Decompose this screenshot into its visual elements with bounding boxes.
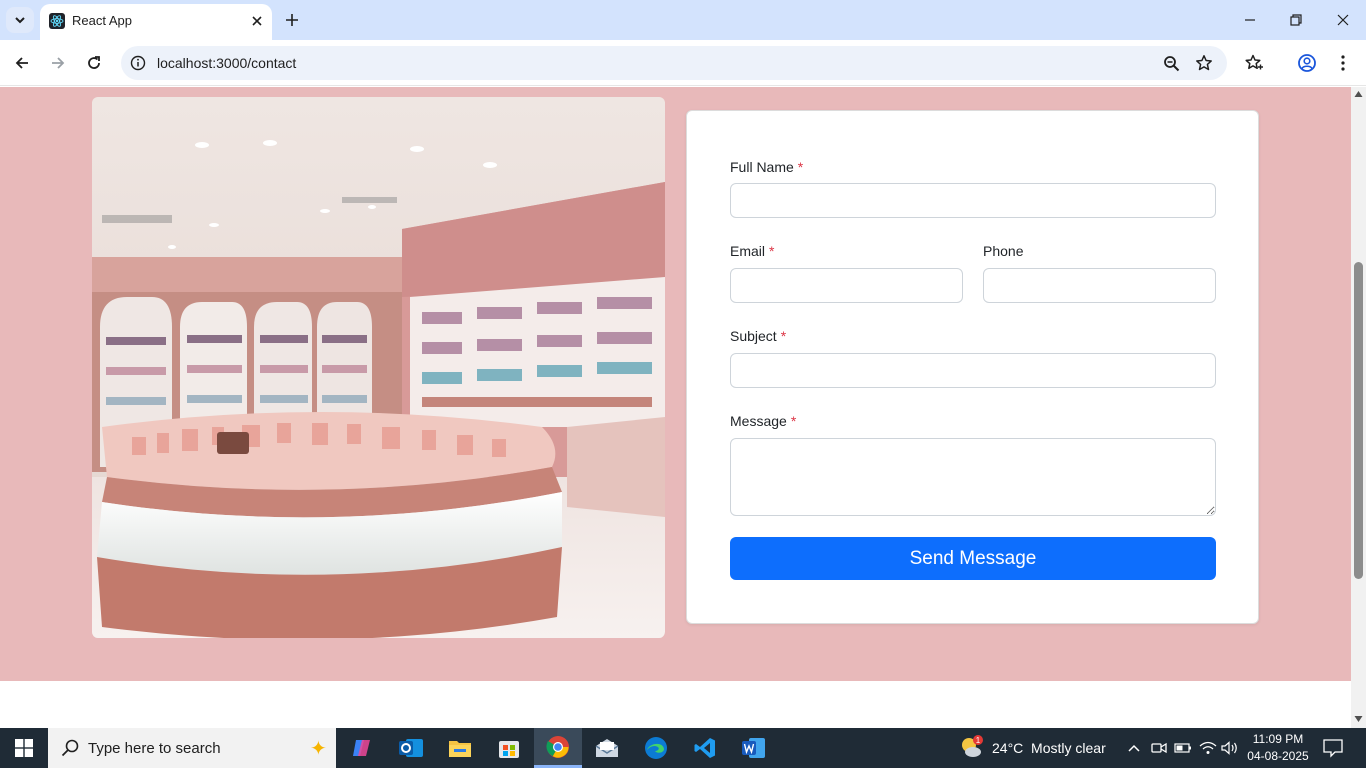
word-icon <box>742 738 765 758</box>
send-message-button[interactable]: Send Message <box>730 537 1216 580</box>
subject-label: Subject * <box>730 328 787 344</box>
taskbar-mail-app[interactable] <box>583 728 631 768</box>
taskbar-file-explorer-app[interactable] <box>436 728 484 768</box>
forward-button[interactable] <box>46 51 70 75</box>
tab-title: React App <box>72 13 132 28</box>
close-window-button[interactable] <box>1320 6 1366 34</box>
taskbar-store-app[interactable] <box>485 728 533 768</box>
url-text[interactable]: localhost:3000/contact <box>157 55 296 71</box>
restore-button[interactable] <box>1273 6 1319 34</box>
folder-icon <box>449 741 471 757</box>
clock-time: 11:09 PM <box>1252 732 1304 746</box>
zoom-icon[interactable] <box>1161 53 1181 73</box>
reload-button[interactable] <box>82 51 106 75</box>
store-interior-image <box>92 97 665 638</box>
arrow-left-icon <box>15 57 28 69</box>
scrollbar-thumb[interactable] <box>1354 262 1363 579</box>
search-icon <box>61 739 79 757</box>
phone-input[interactable] <box>983 268 1216 303</box>
wifi-icon[interactable] <box>1198 738 1218 758</box>
minimize-icon <box>1245 19 1255 21</box>
store-icon <box>499 741 519 758</box>
contact-form-card: Full Name * Email * Phone Subject * Message… <box>686 110 1259 624</box>
page-scrollbar[interactable] <box>1351 87 1366 728</box>
scroll-down-arrow-icon[interactable] <box>1354 715 1363 723</box>
address-bar[interactable]: localhost:3000/contact <box>121 46 1227 80</box>
close-icon <box>252 16 262 26</box>
subject-input[interactable] <box>730 353 1216 388</box>
scroll-up-arrow-icon[interactable] <box>1354 90 1363 98</box>
clock-date: 04-08-2025 <box>1247 749 1309 763</box>
more-menu-icon[interactable] <box>1332 52 1354 74</box>
required-marker: * <box>780 328 787 344</box>
vscode-icon <box>694 738 715 758</box>
chevron-down-icon <box>15 17 25 24</box>
tab-search-button[interactable] <box>6 7 34 33</box>
restore-icon <box>1290 14 1302 26</box>
taskbar-outlook-app[interactable] <box>387 728 435 768</box>
required-marker: * <box>790 413 797 429</box>
bookmark-star-icon[interactable] <box>1194 53 1214 73</box>
taskbar-word-app[interactable] <box>730 728 778 768</box>
chrome-icon <box>546 735 569 758</box>
back-button[interactable] <box>10 51 34 75</box>
taskbar-edge-app[interactable] <box>632 728 680 768</box>
copilot-icon <box>353 740 370 756</box>
full-name-input[interactable] <box>730 183 1216 218</box>
taskbar-search-box[interactable]: Type here to search ✦ <box>48 728 336 768</box>
windows-logo-icon <box>15 739 33 757</box>
message-label: Message * <box>730 413 797 429</box>
chevron-up-icon[interactable] <box>1124 738 1144 758</box>
arrow-right-icon <box>52 57 65 69</box>
full-name-label: Full Name * <box>730 159 804 175</box>
browser-toolbar: localhost:3000/contact <box>0 40 1366 86</box>
minimize-button[interactable] <box>1227 6 1273 34</box>
site-info-icon[interactable] <box>129 54 147 72</box>
required-marker: * <box>769 243 775 259</box>
phone-label: Phone <box>983 243 1024 259</box>
mail-icon <box>595 739 619 757</box>
start-button[interactable] <box>0 728 48 768</box>
react-icon <box>49 13 65 29</box>
taskbar-copilot-app[interactable] <box>338 728 386 768</box>
outlook-icon <box>399 739 423 757</box>
volume-icon[interactable] <box>1220 738 1240 758</box>
taskbar-search-placeholder: Type here to search <box>88 740 221 757</box>
tab-close-button[interactable] <box>248 12 266 30</box>
new-tab-button[interactable] <box>281 9 303 31</box>
weather-badge-count: 1 <box>976 736 981 745</box>
email-label: Email * <box>730 243 775 259</box>
meet-now-icon[interactable] <box>1149 738 1169 758</box>
message-textarea[interactable] <box>730 438 1216 516</box>
windows-taskbar: Type here to search ✦ 1 24°C Mostly clea… <box>0 728 1366 768</box>
profile-icon[interactable] <box>1296 52 1318 74</box>
notification-icon[interactable] <box>1322 738 1344 758</box>
email-input[interactable] <box>730 268 963 303</box>
edge-icon <box>645 737 667 759</box>
browser-tab-strip: React App <box>0 0 1366 40</box>
close-icon <box>1337 14 1349 26</box>
contact-section: Full Name * Email * Phone Subject * Message… <box>0 87 1351 681</box>
browser-tab-active[interactable]: React App <box>40 4 272 40</box>
battery-icon[interactable] <box>1173 738 1193 758</box>
weather-text[interactable]: 24°C Mostly clear <box>992 740 1106 756</box>
page-viewport: Full Name * Email * Phone Subject * Message… <box>0 87 1351 728</box>
taskbar-vscode-app[interactable] <box>681 728 729 768</box>
reload-icon <box>88 56 100 69</box>
plus-icon <box>286 14 298 26</box>
sparkle-icon: ✦ <box>310 738 327 760</box>
taskbar-chrome-app[interactable] <box>534 728 582 768</box>
taskbar-clock[interactable]: 11:09 PM 04-08-2025 <box>1243 731 1313 765</box>
weather-moon-cloud-icon: 1 <box>962 735 983 757</box>
bookmarks-icon[interactable] <box>1243 52 1265 74</box>
required-marker: * <box>797 159 804 175</box>
